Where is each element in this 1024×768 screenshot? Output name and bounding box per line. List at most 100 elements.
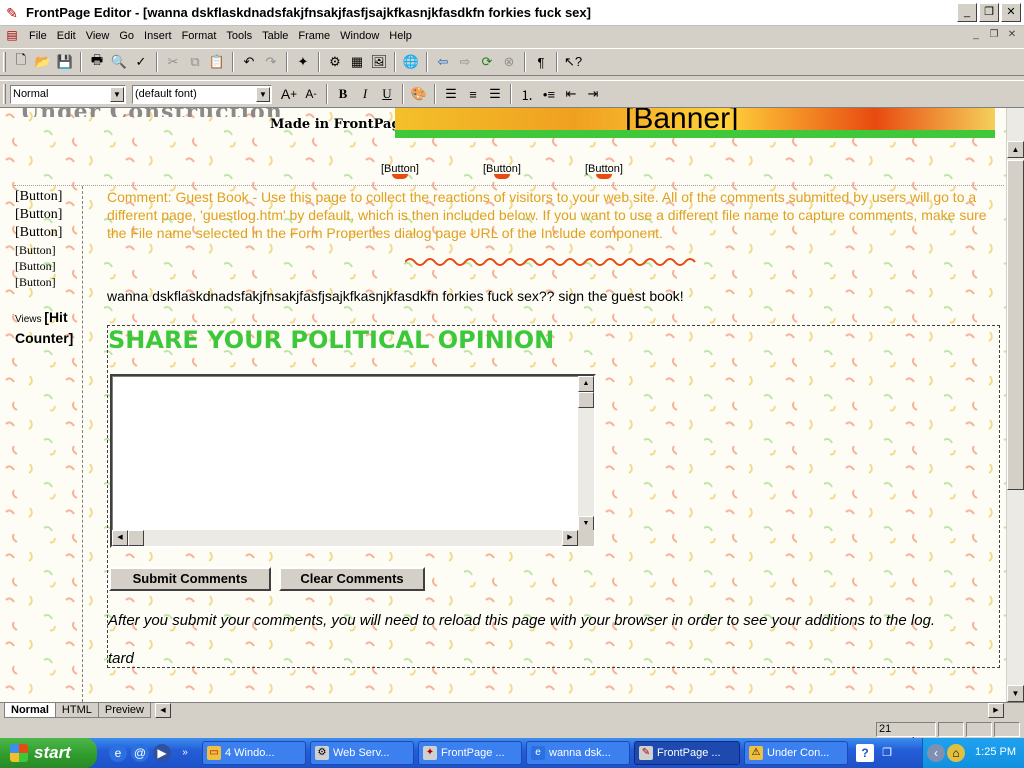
tab-html[interactable]: HTML	[54, 703, 99, 718]
taskbar-button-browser[interactable]: e wanna dsk...	[526, 741, 630, 765]
menu-go[interactable]: Go	[114, 27, 139, 45]
show-explorer-icon[interactable]: ✦	[292, 51, 314, 73]
bold-icon[interactable]: B	[332, 83, 354, 105]
scroll-up-icon[interactable]: ▲	[578, 376, 594, 392]
insert-webbot-icon[interactable]: ⚙	[324, 51, 346, 73]
save-icon[interactable]: 💾	[54, 51, 76, 73]
stop-icon[interactable]: ⊗	[498, 51, 520, 73]
top-nav-button-2[interactable]: [Button]	[483, 163, 521, 179]
guest-book-form[interactable]: SHARE YOUR POLITICAL OPINION ▲ ▼ ◀ ▶ Sub…	[107, 325, 1000, 668]
scroll-right-icon[interactable]: ▶	[988, 703, 1004, 718]
page-heading[interactable]: wanna dskflaskdnadsfakjfnsakjfasfjsajkfk…	[107, 288, 684, 304]
top-nav-button-3[interactable]: [Button]	[585, 163, 623, 179]
scroll-right-icon[interactable]: ▶	[562, 530, 578, 546]
minimize-button[interactable]: _	[957, 3, 977, 22]
tab-normal[interactable]: Normal	[4, 703, 56, 718]
increase-indent-icon[interactable]: ⇥	[582, 83, 604, 105]
chevron-down-icon[interactable]: ▼	[256, 86, 270, 102]
print-icon[interactable]: 🖶	[86, 51, 108, 73]
left-nav-button[interactable]: [Button]	[15, 206, 81, 224]
print-preview-icon[interactable]: 🔍	[108, 51, 130, 73]
left-nav-button[interactable]: [Button]	[15, 258, 81, 274]
undo-icon[interactable]: ↶	[238, 51, 260, 73]
menu-format[interactable]: Format	[177, 27, 222, 45]
scroll-down-icon[interactable]: ▼	[1007, 685, 1024, 702]
mdi-restore-button[interactable]: ❐	[986, 28, 1002, 42]
bulleted-list-icon[interactable]: •≡	[538, 83, 560, 105]
font-combo[interactable]: (default font) ▼	[132, 84, 272, 104]
scroll-left-icon[interactable]: ◀	[112, 530, 128, 546]
taskbar-button-frontpage-editor[interactable]: ✎ FrontPage ...	[634, 741, 740, 765]
cut-icon[interactable]: ✂	[162, 51, 184, 73]
clock[interactable]: 1:25 PM	[975, 746, 1016, 758]
align-right-icon[interactable]: ☰	[484, 83, 506, 105]
scroll-thumb[interactable]	[128, 530, 144, 546]
paste-icon[interactable]: 📋	[206, 51, 228, 73]
help-pointer-icon[interactable]: ↖?	[562, 51, 584, 73]
mdi-minimize-button[interactable]: _	[968, 28, 984, 42]
new-page-icon[interactable]: 🗋	[10, 51, 32, 73]
menu-view[interactable]: View	[81, 27, 115, 45]
taskbar-button-web-server[interactable]: ⚙ Web Serv...	[310, 741, 414, 765]
menu-table[interactable]: Table	[257, 27, 293, 45]
frontpage-app-icon[interactable]: ✎	[4, 5, 20, 21]
outlook-quicklaunch-icon[interactable]: @	[131, 744, 149, 762]
submit-comments-button[interactable]: Submit Comments	[109, 567, 271, 591]
left-nav-button[interactable]: [Button]	[15, 274, 81, 290]
restore-icon[interactable]: ❐	[878, 744, 896, 762]
after-submit-note[interactable]: After you submit your comments, you will…	[108, 612, 935, 629]
ie-quicklaunch-icon[interactable]: e	[109, 744, 127, 762]
menu-edit[interactable]: Edit	[52, 27, 81, 45]
insert-table-icon[interactable]: ▦	[346, 51, 368, 73]
help-icon[interactable]: ?	[856, 744, 874, 762]
scroll-left-icon[interactable]: ◀	[154, 703, 171, 718]
refresh-icon[interactable]: ⟳	[476, 51, 498, 73]
restore-button[interactable]: ❐	[979, 3, 999, 22]
scroll-thumb[interactable]	[1007, 160, 1024, 490]
media-player-quicklaunch-icon[interactable]: ▶	[153, 744, 171, 762]
menu-insert[interactable]: Insert	[139, 27, 177, 45]
redo-icon[interactable]: ↷	[260, 51, 282, 73]
left-nav-button[interactable]: [Button]	[15, 224, 81, 242]
menu-window[interactable]: Window	[335, 27, 384, 45]
forward-icon[interactable]: ⇨	[454, 51, 476, 73]
menu-tools[interactable]: Tools	[221, 27, 257, 45]
numbered-list-icon[interactable]: ⒈	[516, 83, 538, 105]
hyperlink-icon[interactable]: 🌐	[400, 51, 422, 73]
mdi-close-button[interactable]: ✕	[1004, 28, 1020, 42]
comments-textarea[interactable]: ▲ ▼ ◀ ▶	[110, 374, 596, 548]
back-icon[interactable]: ⇦	[432, 51, 454, 73]
scroll-up-icon[interactable]: ▲	[1007, 141, 1024, 158]
network-tray-icon[interactable]: ⌂	[947, 744, 965, 762]
editor-canvas[interactable]: Under Construction Made in FrontPage [Ba…	[0, 108, 1006, 702]
align-center-icon[interactable]: ≡	[462, 83, 484, 105]
tab-preview[interactable]: Preview	[97, 703, 151, 718]
taskbar-button-frontpage-explorer[interactable]: ✦ FrontPage ...	[418, 741, 522, 765]
style-combo[interactable]: Normal ▼	[10, 84, 126, 104]
underline-icon[interactable]: U	[376, 83, 398, 105]
textarea-vertical-scrollbar[interactable]: ▲ ▼	[578, 376, 594, 532]
tray-expand-icon[interactable]: ‹	[927, 744, 945, 762]
italic-icon[interactable]: I	[354, 83, 376, 105]
decrease-font-size-icon[interactable]: A-	[300, 83, 322, 105]
left-nav-button[interactable]: [Button]	[15, 242, 81, 258]
close-button[interactable]: ✕	[1001, 3, 1021, 22]
toolbar-grip[interactable]	[3, 52, 6, 72]
insert-image-icon[interactable]: 🖼	[368, 51, 390, 73]
start-button[interactable]: start	[0, 738, 97, 768]
editor-vertical-scrollbar[interactable]: ▲ ▼	[1006, 108, 1024, 702]
top-nav-button-1[interactable]: [Button]	[381, 163, 419, 179]
taskbar-button-windows-group[interactable]: ▭ 4 Windo...	[202, 741, 306, 765]
taskbar-button-under-construction[interactable]: ⚠ Under Con...	[744, 741, 848, 765]
menu-file[interactable]: File	[24, 27, 52, 45]
spelling-icon[interactable]: ✓	[130, 51, 152, 73]
document-icon[interactable]: ▤	[4, 28, 20, 44]
left-nav-button[interactable]: [Button]	[15, 188, 81, 206]
guest-book-comment[interactable]: Comment: Guest Book - Use this page to c…	[107, 188, 1002, 242]
quicklaunch-expand-icon[interactable]: »	[176, 744, 194, 762]
show-formatting-marks-icon[interactable]: ¶	[530, 51, 552, 73]
menu-help[interactable]: Help	[384, 27, 417, 45]
align-left-icon[interactable]: ☰	[440, 83, 462, 105]
clear-comments-button[interactable]: Clear Comments	[279, 567, 425, 591]
extra-text[interactable]: tard	[108, 650, 134, 667]
